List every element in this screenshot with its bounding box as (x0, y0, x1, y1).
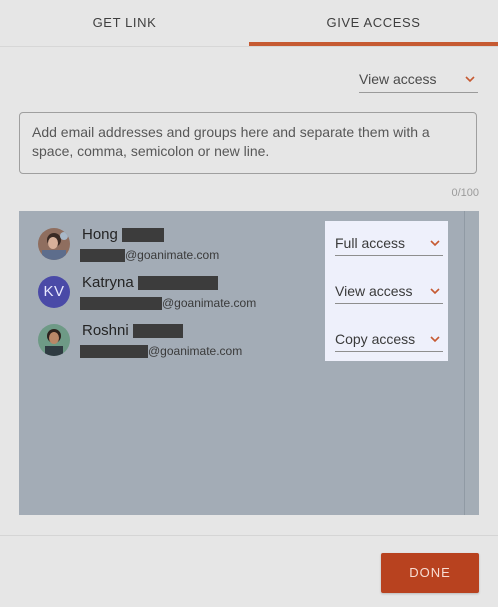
user-name: Roshni (82, 322, 183, 339)
list-item: Hong @goanimate.com (38, 226, 318, 274)
chevron-down-icon (430, 288, 440, 295)
share-tabs: GET LINK GIVE ACCESS (0, 0, 498, 47)
access-value: Full access (335, 235, 406, 251)
user-email: @goanimate.com (80, 344, 242, 359)
character-counter: 0/100 (451, 187, 479, 199)
footer-divider (0, 535, 498, 536)
redacted-email-local (80, 345, 148, 359)
user-email: @goanimate.com (80, 296, 256, 311)
active-tab-indicator (249, 42, 498, 46)
avatar: KV (38, 276, 70, 308)
tab-get-link[interactable]: GET LINK (0, 0, 249, 46)
list-item: KV Katryna @goanimate.com (38, 274, 318, 322)
avatar (38, 324, 70, 356)
access-select-hong[interactable]: Full access (335, 231, 443, 256)
chevron-down-icon (430, 240, 440, 247)
avatar (38, 228, 70, 260)
chevron-down-icon (430, 336, 440, 343)
redacted-surname (137, 276, 218, 291)
redacted-email-local (80, 297, 162, 311)
access-value: View access (335, 283, 413, 299)
list-scrollbar[interactable] (464, 211, 479, 515)
chevron-down-icon (465, 76, 475, 83)
list-item: Roshni @goanimate.com (38, 322, 318, 370)
redacted-surname (132, 324, 183, 339)
tab-give-access[interactable]: GIVE ACCESS (249, 0, 498, 46)
access-select-katryna[interactable]: View access (335, 279, 443, 304)
access-select-roshni[interactable]: Copy access (335, 327, 443, 352)
default-access-value: View access (359, 71, 437, 87)
user-name: Hong (82, 226, 165, 243)
invite-emails-field[interactable]: Add email addresses and groups here and … (19, 112, 477, 174)
access-value: Copy access (335, 331, 416, 347)
user-email: @goanimate.com (80, 248, 219, 263)
done-button[interactable]: DONE (381, 553, 479, 593)
user-name: Katryna (82, 274, 218, 291)
default-access-select[interactable]: View access (359, 68, 478, 93)
redacted-email-local (80, 249, 125, 263)
invite-emails-placeholder: Add email addresses and groups here and … (32, 124, 430, 159)
redacted-surname (122, 228, 165, 243)
